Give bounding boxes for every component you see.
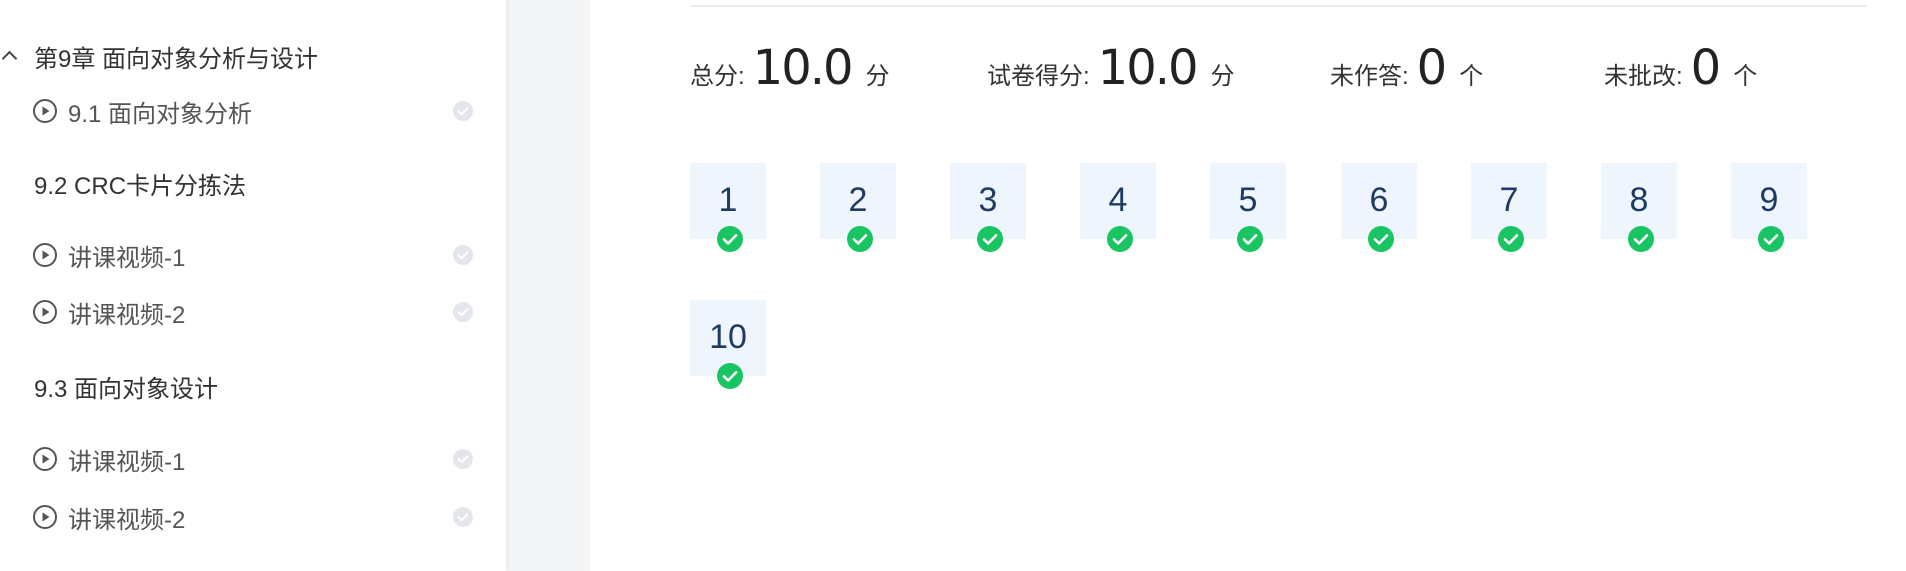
question-tile-3[interactable]: 3: [950, 163, 1026, 252]
exam-result-panel: 总分: 10.0 分 试卷得分: 10.0 分 未作答: 0 个 未批改: 0 …: [590, 0, 1906, 571]
lesson-label: 讲课视频-1: [68, 448, 186, 476]
check-circle-icon: [452, 448, 474, 470]
check-circle-icon: [846, 225, 874, 253]
stat-total-score: 总分: 10.0 分: [690, 40, 890, 100]
divider: [690, 5, 1866, 7]
question-tile-4[interactable]: 4: [1080, 163, 1156, 252]
play-circle-icon: [32, 299, 58, 325]
question-tile-10[interactable]: 10: [690, 300, 766, 389]
check-circle-icon: [452, 506, 474, 528]
check-circle-icon: [716, 362, 744, 390]
check-circle-icon: [1106, 225, 1134, 253]
lesson-item-video-1[interactable]: 讲课视频-1: [0, 232, 506, 278]
section-label: 9.3 面向对象设计: [34, 375, 219, 403]
stat-value: 0: [1690, 40, 1722, 96]
question-tile-7[interactable]: 7: [1471, 163, 1547, 252]
check-circle-icon: [1367, 225, 1395, 253]
check-circle-icon: [452, 301, 474, 323]
question-tile-1[interactable]: 1: [690, 163, 766, 252]
play-circle-icon: [32, 242, 58, 268]
check-circle-icon: [1627, 225, 1655, 253]
lesson-item-video-2[interactable]: 讲课视频-2: [0, 494, 506, 540]
stat-unit: 个: [1733, 63, 1758, 90]
course-sidebar: 第9章 面向对象分析与设计 9.1 面向对象分析 9.2 CRC卡片分拣法 讲课…: [0, 0, 506, 571]
check-circle-icon: [452, 100, 474, 122]
lesson-item-video-2[interactable]: 讲课视频-2: [0, 289, 506, 335]
section-item-9-2[interactable]: 9.2 CRC卡片分拣法: [0, 160, 506, 206]
stat-value: 0: [1416, 40, 1448, 96]
question-tile-8[interactable]: 8: [1601, 163, 1677, 252]
chapter-header[interactable]: 第9章 面向对象分析与设计: [0, 38, 318, 74]
chapter-title: 第9章 面向对象分析与设计: [34, 45, 319, 73]
check-circle-icon: [716, 225, 744, 253]
lesson-label: 9.1 面向对象分析: [68, 100, 253, 128]
stat-unanswered: 未作答: 0 个: [1330, 40, 1483, 100]
stat-unit: 分: [1210, 63, 1235, 90]
check-circle-icon: [1757, 225, 1785, 253]
section-label: 9.2 CRC卡片分拣法: [34, 172, 247, 200]
stat-value: 10.0: [752, 40, 854, 96]
lesson-label: 讲课视频-2: [68, 301, 186, 329]
stat-unit: 个: [1459, 63, 1484, 90]
lesson-item-video-1[interactable]: 讲课视频-1: [0, 436, 506, 482]
check-circle-icon: [1236, 225, 1264, 253]
stat-label: 未批改:: [1604, 63, 1683, 90]
question-tile-5[interactable]: 5: [1210, 163, 1286, 252]
lesson-label: 讲课视频-1: [68, 244, 186, 272]
play-circle-icon: [32, 446, 58, 472]
lesson-label: 讲课视频-2: [68, 506, 186, 534]
stat-value: 10.0: [1097, 40, 1199, 96]
question-tile-2[interactable]: 2: [820, 163, 896, 252]
stat-paper-score: 试卷得分: 10.0 分: [987, 40, 1235, 100]
stat-label: 未作答:: [1330, 63, 1409, 90]
check-circle-icon: [452, 244, 474, 266]
stat-label: 总分:: [690, 63, 745, 90]
stat-ungraded: 未批改: 0 个: [1604, 40, 1757, 100]
section-item-9-3[interactable]: 9.3 面向对象设计: [0, 363, 506, 409]
stat-unit: 分: [865, 63, 890, 90]
lesson-item-9-1[interactable]: 9.1 面向对象分析: [0, 88, 506, 134]
chevron-up-icon[interactable]: [0, 41, 30, 71]
play-circle-icon: [32, 98, 58, 124]
question-tile-6[interactable]: 6: [1341, 163, 1417, 252]
check-circle-icon: [1497, 225, 1525, 253]
stat-label: 试卷得分:: [987, 63, 1090, 90]
question-tile-9[interactable]: 9: [1731, 163, 1807, 252]
check-circle-icon: [976, 225, 1004, 253]
play-circle-icon: [32, 504, 58, 530]
